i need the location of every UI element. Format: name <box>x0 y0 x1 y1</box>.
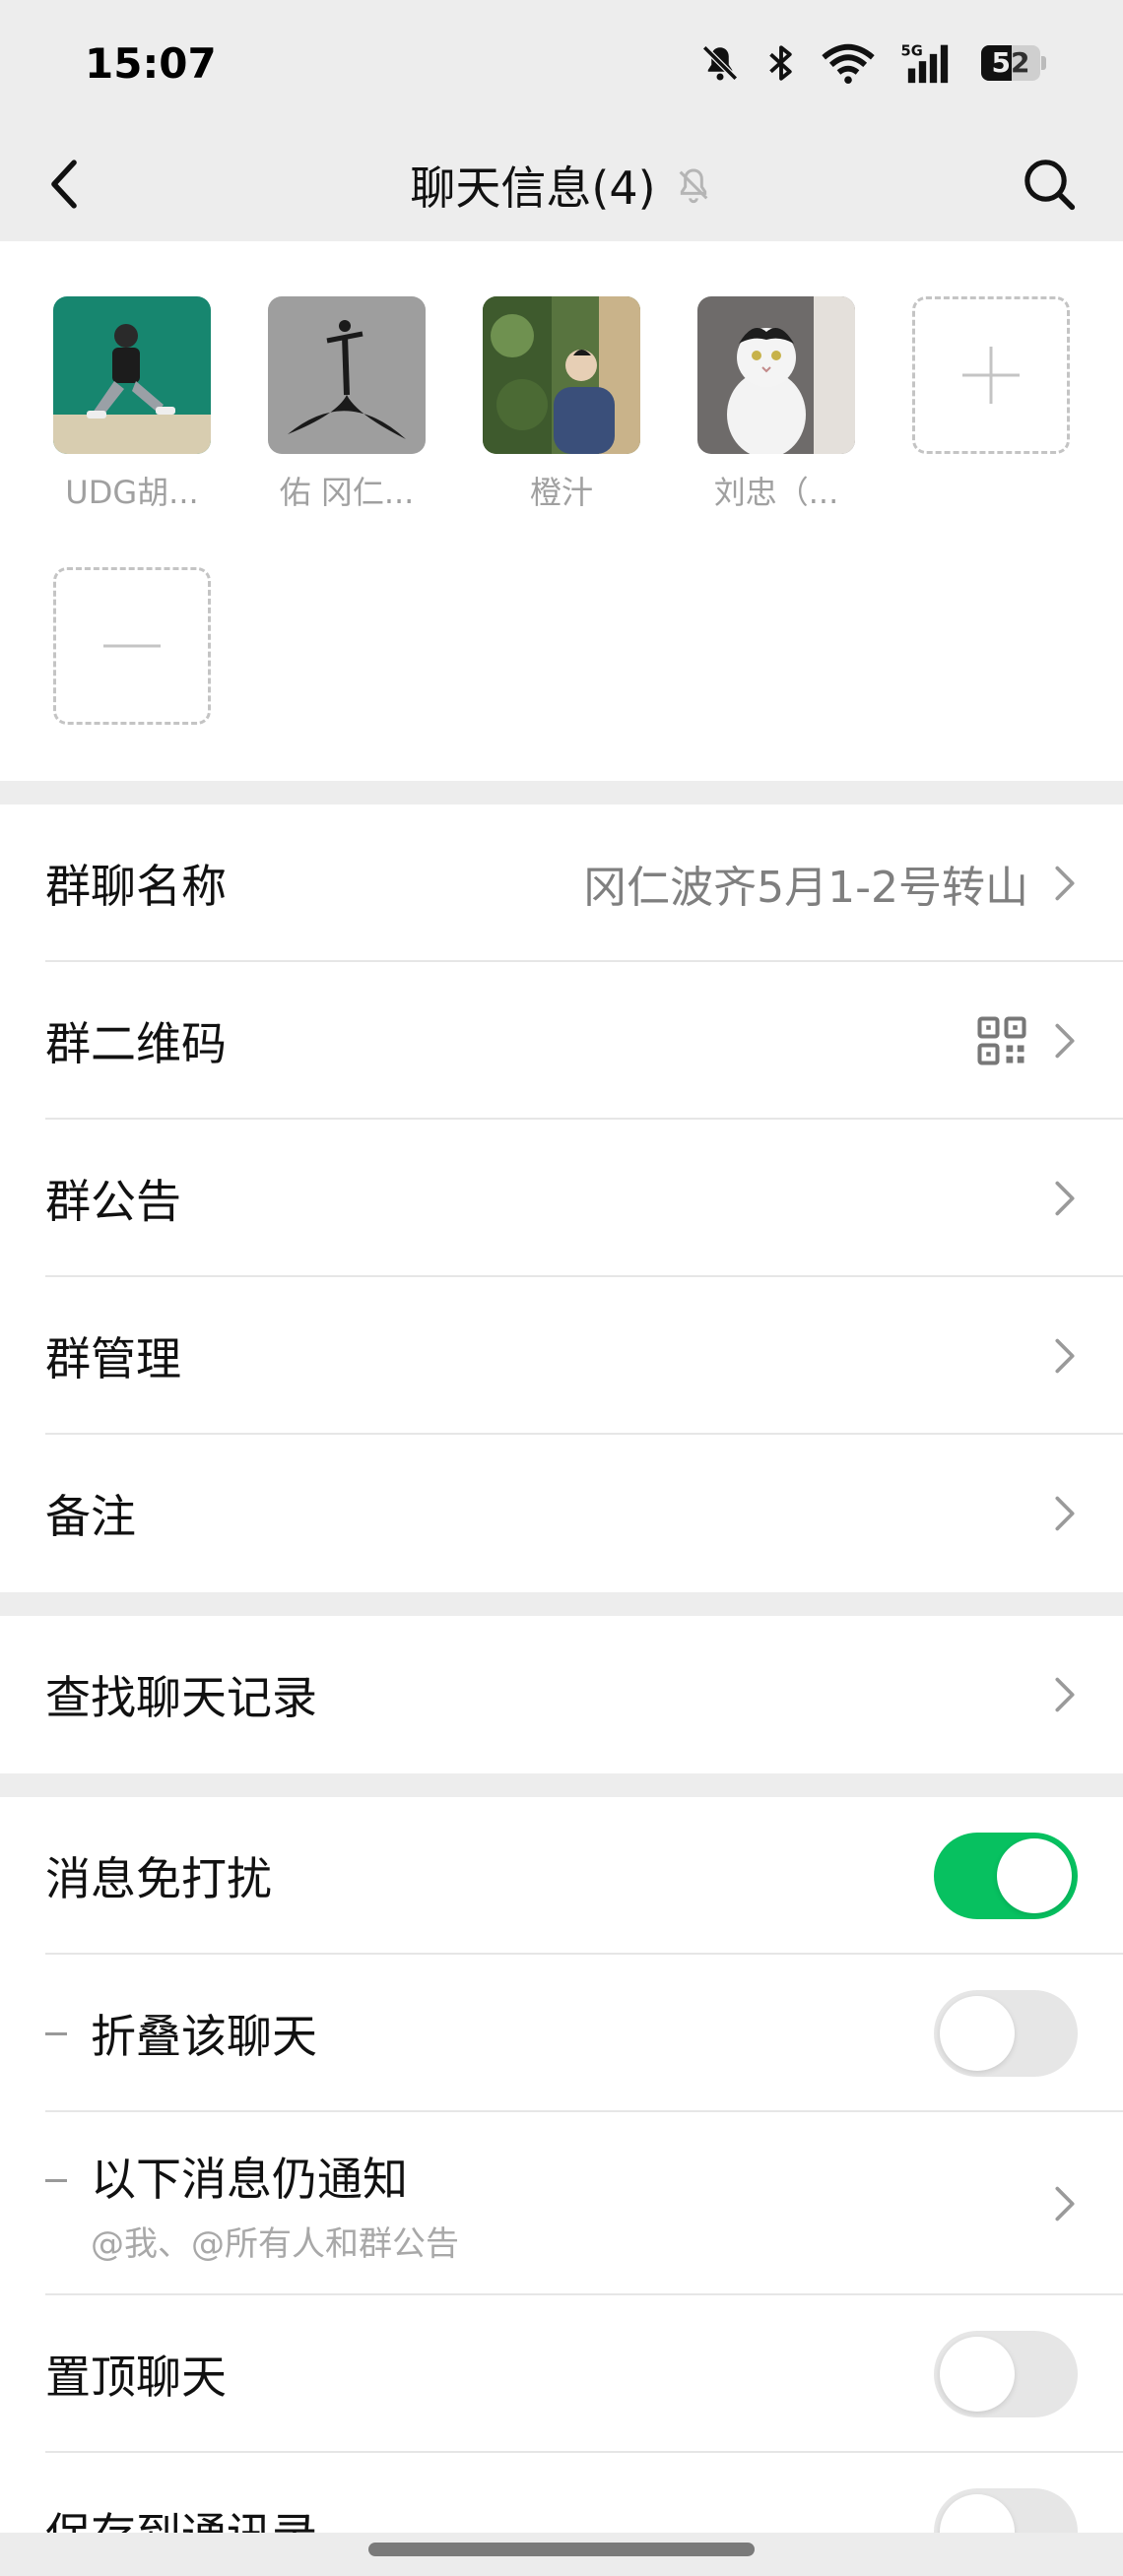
page-title: 聊天信息(4) <box>410 161 656 215</box>
signal-5g-icon: 5G <box>901 43 949 84</box>
save-contacts-row: 保存到通讯录 <box>0 2453 1123 2533</box>
member-name: 佑 冈仁... <box>279 474 415 511</box>
fold-chat-label: 折叠该聊天 <box>91 2010 317 2063</box>
chevron-right-icon <box>1052 1179 1078 1218</box>
group-settings-section: 群聊名称 冈仁波齐5月1-2号转山 群二维码 群公告 群管理 备注 <box>0 805 1123 1592</box>
fold-chat-toggle[interactable] <box>934 1990 1078 2077</box>
group-qrcode-row[interactable]: 群二维码 <box>0 962 1123 1120</box>
search-history-label: 查找聊天记录 <box>45 1671 317 1724</box>
chevron-right-icon <box>1052 864 1078 903</box>
group-name-value: 冈仁波齐5月1-2号转山 <box>583 863 1028 913</box>
member-name: 橙汁 <box>529 474 593 511</box>
save-contacts-label: 保存到通讯录 <box>45 2499 317 2533</box>
still-notify-row[interactable]: 以下消息仍通知 @我、@所有人和群公告 <box>0 2112 1123 2295</box>
group-name-label: 群聊名称 <box>45 860 227 913</box>
search-history-row[interactable]: 查找聊天记录 <box>0 1616 1123 1773</box>
chevron-right-icon <box>1052 2184 1078 2223</box>
remove-member-button[interactable] <box>53 567 211 725</box>
group-manage-row[interactable]: 群管理 <box>0 1277 1123 1435</box>
avatar[interactable] <box>697 296 855 454</box>
group-qrcode-label: 群二维码 <box>45 1017 227 1070</box>
home-bar <box>0 2533 1123 2576</box>
group-name-row[interactable]: 群聊名称 冈仁波齐5月1-2号转山 <box>0 805 1123 962</box>
dash-icon <box>45 2179 67 2182</box>
minus-icon <box>103 644 161 648</box>
dnd-label: 消息免打扰 <box>45 1852 272 1905</box>
bell-muted-icon <box>679 167 707 203</box>
member-item[interactable]: 佑 冈仁... <box>268 296 426 513</box>
group-announcement-label: 群公告 <box>45 1175 181 1228</box>
status-time: 15:07 <box>85 39 217 88</box>
search-history-section: 查找聊天记录 <box>0 1616 1123 1773</box>
dnd-toggle[interactable] <box>934 1833 1078 1919</box>
remark-row[interactable]: 备注 <box>0 1435 1123 1592</box>
status-icons: 5G 52 <box>699 41 1046 85</box>
chevron-right-icon <box>1052 1494 1078 1533</box>
save-contacts-toggle[interactable] <box>934 2488 1078 2533</box>
chevron-right-icon <box>1052 1021 1078 1061</box>
dnd-row: 消息免打扰 <box>0 1797 1123 1955</box>
member-item[interactable]: 橙汁 <box>483 296 640 513</box>
still-notify-subtitle: @我、@所有人和群公告 <box>91 2223 459 2264</box>
search-button[interactable] <box>1015 150 1084 219</box>
svg-text:5G: 5G <box>901 43 923 60</box>
member-grid: UDG胡... 佑 冈仁... 橙汁 刘忠（... <box>0 241 1123 781</box>
group-manage-label: 群管理 <box>45 1332 181 1385</box>
avatar[interactable] <box>483 296 640 454</box>
wifi-icon <box>822 43 875 84</box>
battery-icon: 52 <box>981 45 1046 81</box>
member-item[interactable]: UDG胡... <box>53 296 211 513</box>
pin-chat-row: 置顶聊天 <box>0 2295 1123 2453</box>
pin-chat-label: 置顶聊天 <box>45 2351 227 2404</box>
member-name: 刘忠（... <box>713 474 839 511</box>
member-name: UDG胡... <box>65 474 199 511</box>
bluetooth-icon <box>769 45 792 81</box>
avatar[interactable] <box>268 296 426 454</box>
bell-muted-icon <box>702 45 738 81</box>
member-item[interactable]: 刘忠（... <box>697 296 855 513</box>
chevron-right-icon <box>1052 1675 1078 1714</box>
group-announcement-row[interactable]: 群公告 <box>0 1120 1123 1277</box>
still-notify-label: 以下消息仍通知 <box>91 2152 408 2206</box>
plus-icon <box>962 347 1020 404</box>
status-bar: 15:07 5G 52 <box>0 0 1123 128</box>
notification-section: 消息免打扰 折叠该聊天 以下消息仍通知 @我、@所有人和群公告 置顶聊天 <box>0 1797 1123 2533</box>
pin-chat-toggle[interactable] <box>934 2331 1078 2417</box>
remark-label: 备注 <box>45 1490 136 1543</box>
avatar[interactable] <box>53 296 211 454</box>
nav-bar: 聊天信息(4) <box>0 128 1123 241</box>
add-member-button[interactable] <box>912 296 1070 454</box>
battery-level: 52 <box>991 46 1030 79</box>
dash-icon <box>45 2031 67 2035</box>
qrcode-icon <box>977 1016 1026 1065</box>
fold-chat-row: 折叠该聊天 <box>0 1955 1123 2112</box>
search-icon <box>1024 160 1076 211</box>
chevron-right-icon <box>1052 1336 1078 1376</box>
home-indicator[interactable] <box>368 2543 755 2556</box>
